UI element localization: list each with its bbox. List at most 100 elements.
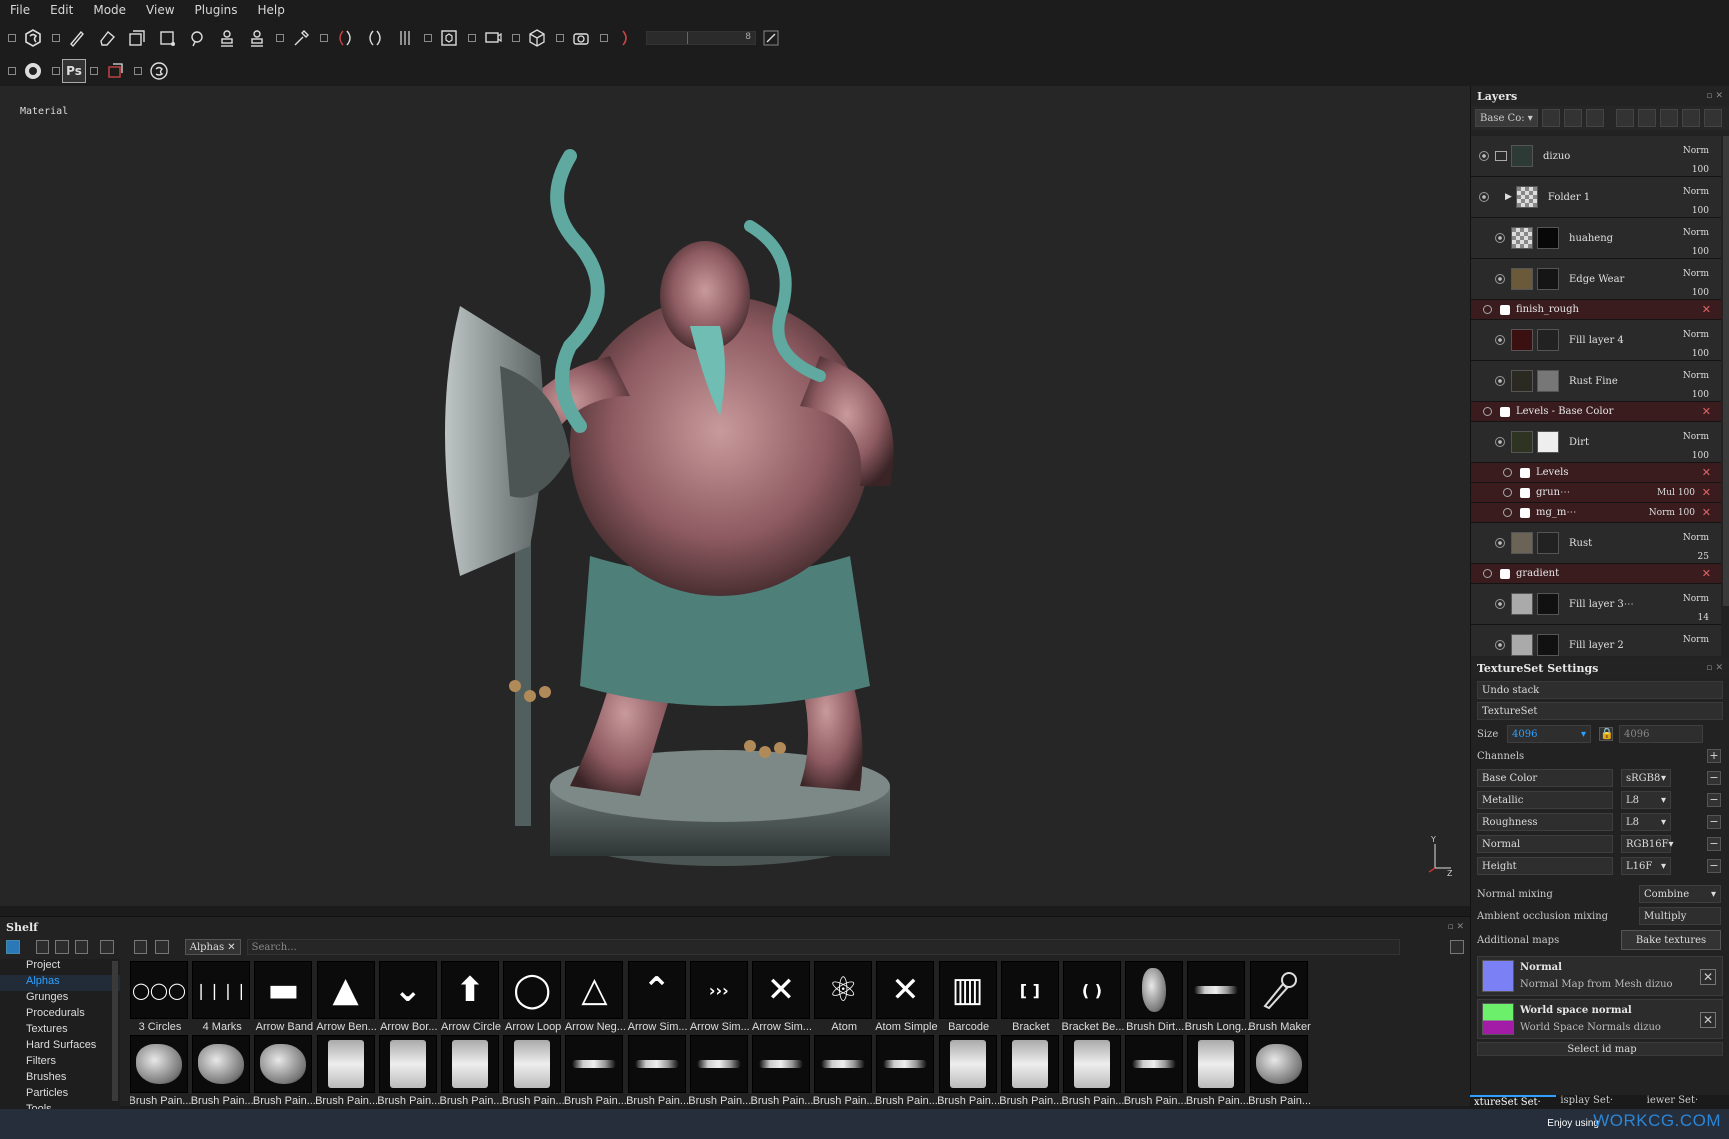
3d-viewport[interactable]: Material Y Z bbox=[0, 86, 1470, 906]
shelf-item[interactable]: ◯◯◯ 3 Circles bbox=[130, 961, 190, 1033]
grid-view-icon[interactable] bbox=[1450, 940, 1464, 954]
channel-format-select[interactable]: sRGB8 ▾ bbox=[1621, 769, 1671, 787]
visibility-eye-icon[interactable] bbox=[1483, 305, 1492, 314]
sublayer-mg-mask[interactable]: mg_m⋯ Norm 100 ✕ bbox=[1471, 503, 1721, 523]
substance-share-icon[interactable] bbox=[147, 59, 171, 83]
shelf-category-filters[interactable]: Filters bbox=[0, 1055, 120, 1071]
shelf-item[interactable]: Brush Pain... bbox=[1062, 1035, 1124, 1107]
shelf-category-grunges[interactable]: Grunges bbox=[0, 991, 120, 1007]
material-picker-stamp-icon[interactable] bbox=[245, 26, 269, 50]
shelf-category-particles[interactable]: Particles bbox=[0, 1087, 120, 1103]
add-paint-icon[interactable] bbox=[1585, 109, 1604, 127]
shelf-item[interactable]: Brush Pain... bbox=[999, 1035, 1062, 1107]
bake-textures-button[interactable]: Bake textures bbox=[1621, 930, 1721, 950]
substance-logo-button[interactable] bbox=[21, 26, 45, 50]
size-lock-icon[interactable]: 🔒 bbox=[1599, 727, 1614, 741]
shelf-item[interactable]: ⬆ Arrow Circle bbox=[441, 961, 501, 1033]
symmetry-mirror-icon[interactable] bbox=[393, 26, 417, 50]
remove-effect-icon[interactable]: ✕ bbox=[1702, 405, 1711, 418]
sublayer-finish-rough[interactable]: finish_rough ✕ bbox=[1471, 300, 1721, 320]
eraser-icon[interactable] bbox=[95, 26, 119, 50]
ao-mixing-select[interactable]: Multiply bbox=[1639, 907, 1721, 925]
tab-display-settings[interactable]: isplay Set· bbox=[1556, 1095, 1642, 1109]
channel-name-field[interactable]: Normal bbox=[1477, 835, 1613, 853]
folder-open-icon[interactable] bbox=[1495, 151, 1507, 161]
visibility-eye-icon[interactable] bbox=[1495, 274, 1505, 284]
symmetry-icon[interactable] bbox=[333, 26, 357, 50]
shelf-item[interactable]: Brush Pain... bbox=[751, 1035, 813, 1107]
panel-float-close-icon[interactable]: ▫ ✕ bbox=[1706, 91, 1723, 101]
shelf-item[interactable]: ❘❘❘❘ 4 Marks bbox=[192, 961, 252, 1033]
color-picker-icon[interactable] bbox=[289, 26, 313, 50]
layer-blend-opacity[interactable]: Norm 100 bbox=[1683, 224, 1709, 262]
channel-format-select[interactable]: L8 ▾ bbox=[1621, 813, 1671, 831]
shelf-item[interactable]: Brush Pain... bbox=[626, 1035, 689, 1107]
add-fill-icon[interactable] bbox=[1637, 109, 1656, 127]
panel-float-close-icon[interactable]: ▫ ✕ bbox=[1447, 922, 1464, 932]
shelf-item[interactable]: Brush Pain... bbox=[937, 1035, 1000, 1107]
layer-row[interactable]: huaheng Norm 100 bbox=[1471, 218, 1721, 259]
shelf-item[interactable]: Brush Pain... bbox=[253, 1035, 316, 1107]
remove-channel-button[interactable]: − bbox=[1707, 793, 1721, 807]
shelf-item[interactable]: Brush Pain... bbox=[1186, 1035, 1249, 1107]
remove-channel-button[interactable]: − bbox=[1707, 771, 1721, 785]
channel-format-select[interactable]: L16F ▾ bbox=[1621, 857, 1671, 875]
layer-row[interactable]: Fill layer 4 Norm 100 bbox=[1471, 320, 1721, 361]
paint-brush-icon[interactable] bbox=[65, 26, 89, 50]
size-field-2[interactable]: 4096 bbox=[1619, 725, 1703, 743]
layer-blend-opacity[interactable]: Norm 100 bbox=[1683, 428, 1709, 466]
channel-format-select[interactable]: RGB16F ▾ bbox=[1621, 835, 1674, 853]
visibility-eye-icon[interactable] bbox=[1483, 407, 1492, 416]
shelf-save-icon[interactable] bbox=[74, 940, 89, 954]
shelf-item[interactable]: Brush Pain... bbox=[191, 1035, 254, 1107]
filter-icon[interactable] bbox=[133, 940, 148, 954]
delete-layer-icon[interactable] bbox=[1703, 109, 1722, 127]
sublayer-dirt-levels[interactable]: Levels ✕ bbox=[1471, 463, 1721, 483]
channel-name-field[interactable]: Metallic bbox=[1477, 791, 1613, 809]
remove-channel-button[interactable]: − bbox=[1707, 859, 1721, 873]
channel-dropdown[interactable]: Base Co: ▾ bbox=[1475, 109, 1538, 127]
shelf-item[interactable]: Brush Pain... bbox=[440, 1035, 502, 1107]
visibility-eye-icon[interactable] bbox=[1495, 233, 1505, 243]
visibility-eye-icon[interactable] bbox=[1495, 335, 1505, 345]
channel-format-select[interactable]: L8 ▾ bbox=[1621, 791, 1671, 809]
size-select[interactable]: 4096 ▾ bbox=[1507, 725, 1591, 743]
menu-mode[interactable]: Mode bbox=[93, 3, 126, 17]
shelf-item[interactable]: Brush Pain... bbox=[813, 1035, 876, 1107]
shelf-item[interactable]: Brush Maker bbox=[1248, 961, 1311, 1033]
layers-scrollbar[interactable] bbox=[1723, 136, 1729, 606]
shelf-item[interactable]: [ ] Bracket bbox=[1000, 961, 1061, 1033]
layer-blend-opacity[interactable]: Norm bbox=[1683, 631, 1709, 650]
shelf-item[interactable]: ( ) Bracket Be... bbox=[1062, 961, 1124, 1033]
display-mode-icon[interactable] bbox=[481, 26, 505, 50]
layer-blend-opacity[interactable]: Norm 100 bbox=[1683, 326, 1709, 364]
shelf-item[interactable]: ✕ Arrow Sim... bbox=[752, 961, 812, 1033]
shelf-category-project[interactable]: Project bbox=[0, 959, 120, 975]
layer-row[interactable]: Edge Wear Norm 100 bbox=[1471, 259, 1721, 300]
shelf-category-brushes[interactable]: Brushes bbox=[0, 1071, 120, 1087]
panel-float-close-icon[interactable]: ▫ ✕ bbox=[1706, 663, 1723, 673]
shelf-item[interactable]: Brush Pain... bbox=[502, 1035, 565, 1107]
brush-size-slider[interactable]: 8 bbox=[646, 31, 756, 45]
visibility-eye-icon[interactable] bbox=[1503, 468, 1512, 477]
shelf-item[interactable]: Brush Pain... bbox=[564, 1035, 627, 1107]
projection-icon[interactable] bbox=[125, 26, 149, 50]
screenshot-camera-icon[interactable] bbox=[569, 26, 593, 50]
visibility-eye-icon[interactable] bbox=[1479, 151, 1489, 161]
layer-blend-opacity[interactable]: Norm 25 bbox=[1683, 529, 1709, 567]
layer-row[interactable]: Rust Fine Norm 100 bbox=[1471, 361, 1721, 402]
layer-blend-opacity[interactable]: Norm 100 bbox=[1683, 265, 1709, 303]
shelf-category-hard-surfaces[interactable]: Hard Surfaces bbox=[0, 1039, 120, 1055]
visibility-eye-icon[interactable] bbox=[1495, 538, 1505, 548]
alphas-filter-chip[interactable]: Alphas ✕ bbox=[184, 939, 241, 955]
model-render[interactable] bbox=[420, 126, 1000, 906]
visibility-eye-icon[interactable] bbox=[1483, 569, 1492, 578]
shelf-item[interactable]: Brush Pain... bbox=[688, 1035, 751, 1107]
remove-effect-icon[interactable]: ✕ bbox=[1702, 506, 1711, 519]
shelf-item[interactable]: Brush Long... bbox=[1185, 961, 1250, 1033]
shelf-item[interactable]: ✕ Atom Simple bbox=[875, 961, 938, 1033]
shelf-item[interactable]: Brush Pain... bbox=[1248, 1035, 1311, 1107]
add-channel-button[interactable]: + bbox=[1707, 749, 1721, 763]
textureset-bar[interactable]: TextureSet bbox=[1477, 702, 1723, 720]
layer-blend-opacity[interactable]: Norm 100 bbox=[1683, 183, 1709, 221]
